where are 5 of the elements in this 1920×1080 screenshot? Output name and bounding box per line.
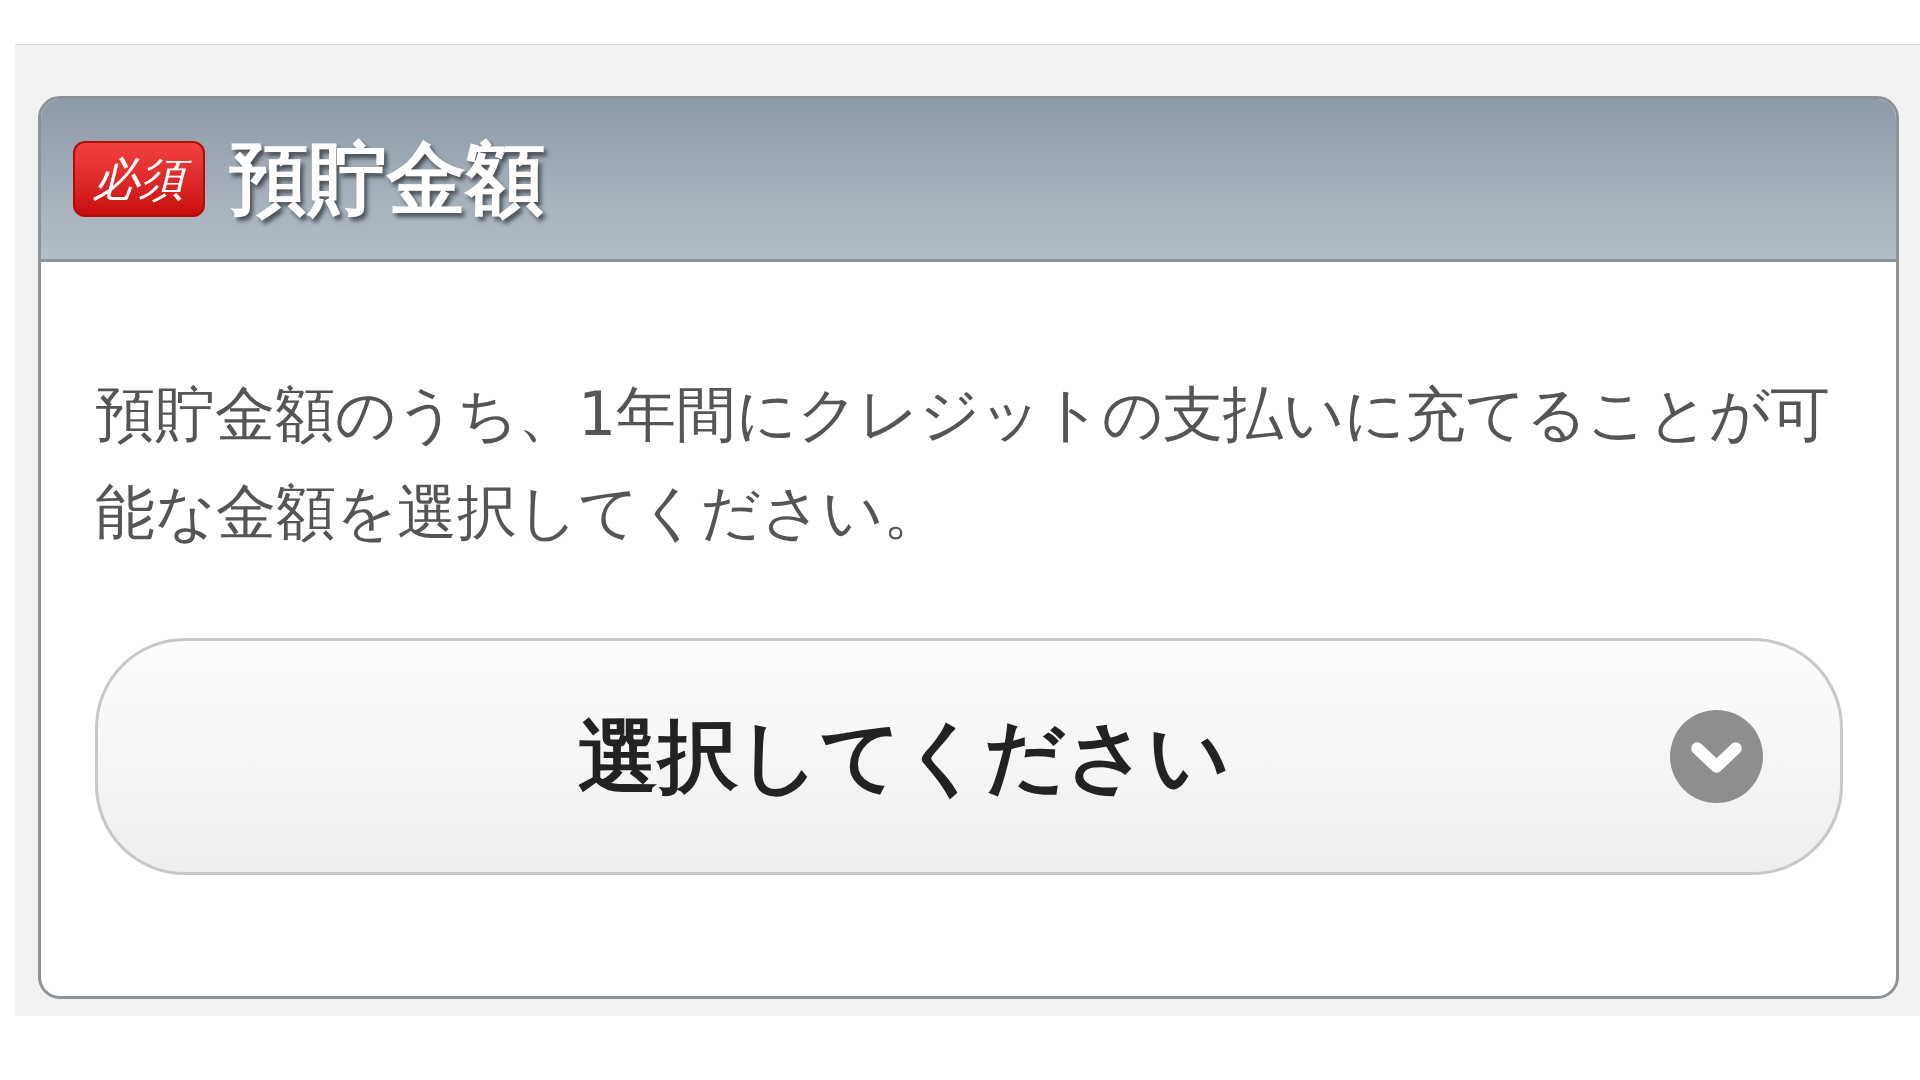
section-title: 預貯金額: [229, 139, 545, 219]
description-text: 預貯金額のうち、1年間にクレジットの支払いに充てることが可能な金額を選択してください。: [95, 378, 1832, 549]
required-badge: 必須: [73, 141, 205, 217]
chevron-down-icon: [1670, 710, 1763, 803]
select-dropdown[interactable]: 選択してください: [95, 638, 1843, 875]
